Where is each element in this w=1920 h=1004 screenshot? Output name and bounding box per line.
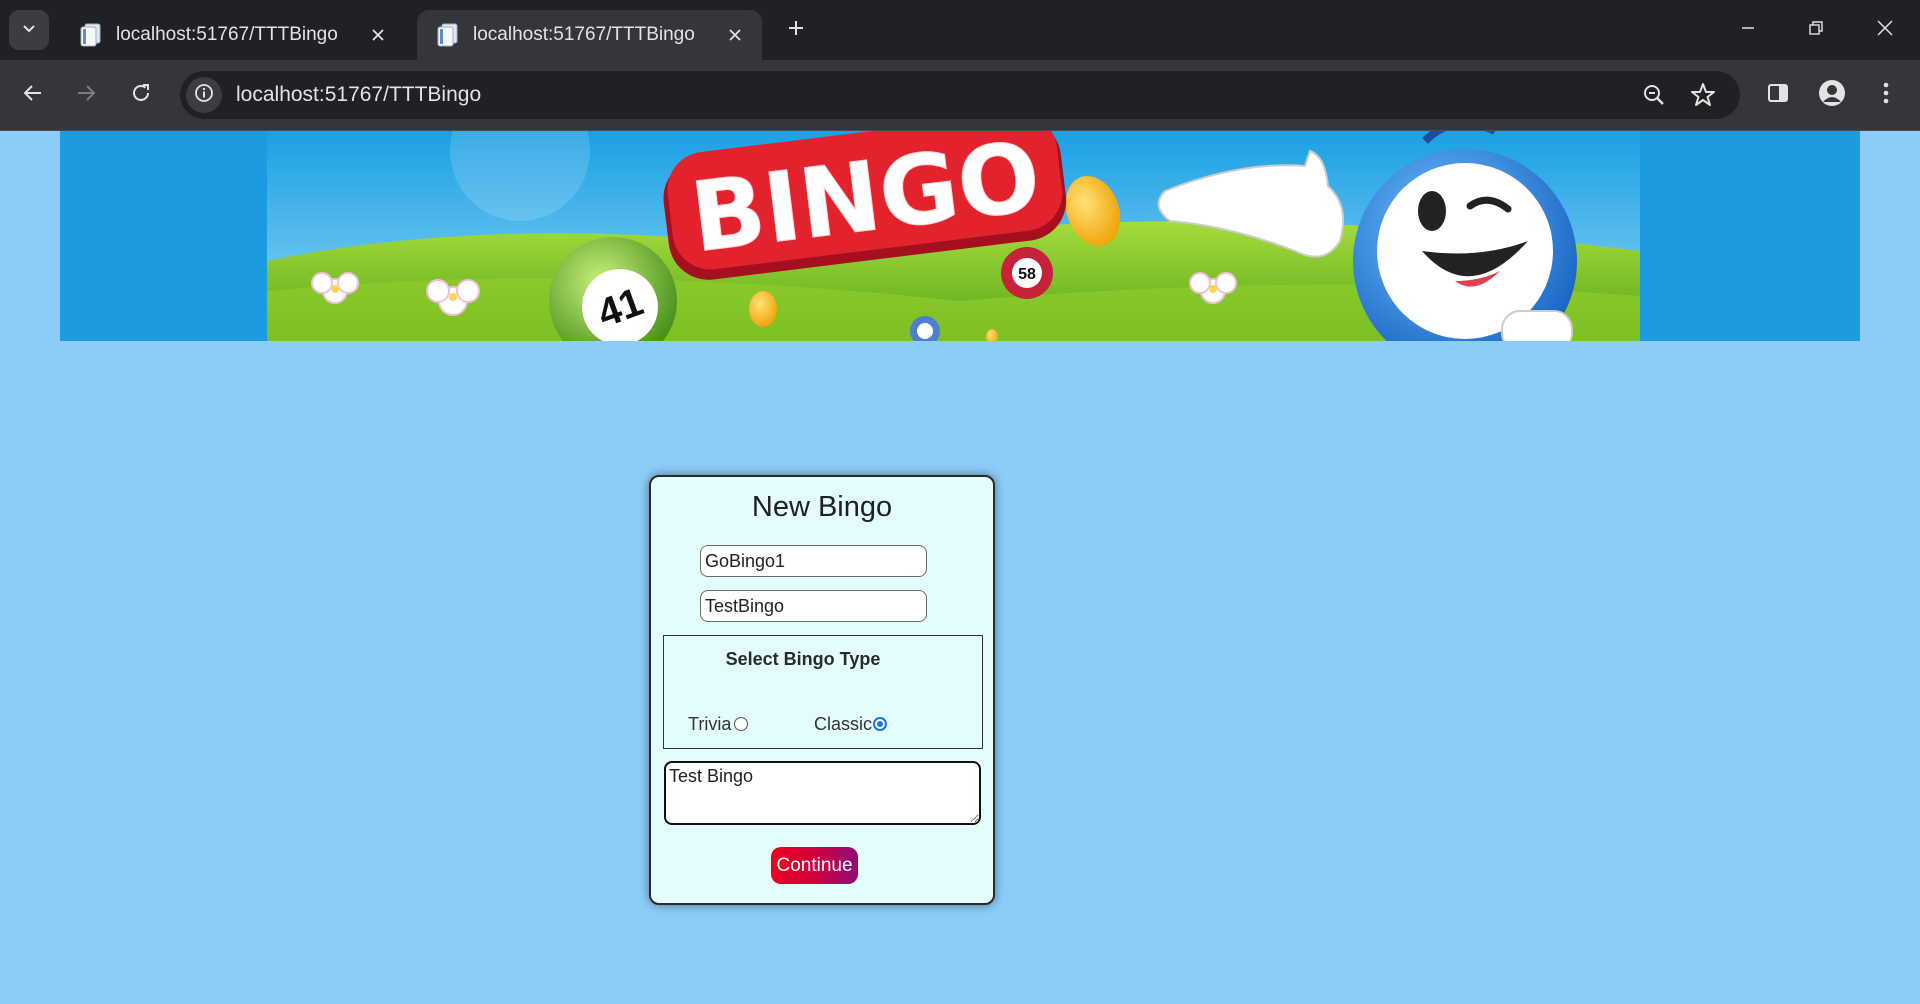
restore-button[interactable] [1793, 10, 1839, 50]
new-bingo-card: New Bingo Select Bingo Type Trivia Class… [649, 475, 995, 905]
bingo-game-input[interactable] [700, 590, 927, 622]
page-favicon-icon [80, 22, 102, 48]
bingo-banner: 41 58 BINGO [60, 131, 1860, 341]
bingo-type-title: Select Bingo Type [725, 649, 881, 669]
tab-strip: localhost:51767/TTTBingo localhost:51767… [0, 0, 1920, 60]
reload-icon [130, 82, 152, 109]
trivia-radio-label[interactable]: Trivia [688, 714, 731, 735]
close-tab-icon[interactable] [722, 22, 748, 48]
close-window-button[interactable] [1862, 10, 1908, 50]
close-icon [1876, 19, 1894, 42]
plus-icon [787, 19, 805, 42]
tab-1[interactable]: localhost:51767/TTTBingo [60, 10, 405, 60]
address-bar[interactable]: localhost:51767/TTTBingo [180, 71, 1740, 119]
classic-radio-label[interactable]: Classic [814, 714, 872, 735]
tab-search-button[interactable] [9, 10, 49, 50]
new-tab-button[interactable] [780, 14, 812, 46]
profile-button[interactable] [1813, 76, 1851, 114]
arrow-left-icon [22, 82, 44, 109]
classic-radio[interactable] [873, 717, 887, 731]
page-viewport: 41 58 BINGO New Bingo GoBingo1 TestBingo… [0, 131, 1920, 1004]
continue-button[interactable]: Continue [771, 847, 858, 884]
info-icon [194, 83, 214, 108]
zoom-icon[interactable] [1642, 83, 1666, 112]
reload-button[interactable] [122, 76, 160, 114]
tab-2[interactable]: localhost:51767/TTTBingo [417, 10, 762, 60]
new-bingo-heading: New Bingo [751, 491, 893, 523]
browser-toolbar: localhost:51767/TTTBingo [0, 60, 1920, 131]
minimize-icon [1740, 20, 1756, 41]
tab-title: localhost:51767/TTTBingo [473, 24, 695, 45]
tab-title: localhost:51767/TTTBingo [116, 24, 338, 45]
profile-avatar-icon [1818, 79, 1846, 112]
minimize-button[interactable] [1725, 10, 1771, 50]
bingo-name-input[interactable] [700, 545, 927, 577]
url-text: localhost:51767/TTTBingo [236, 83, 482, 106]
menu-button[interactable] [1867, 76, 1905, 114]
close-tab-icon[interactable] [365, 22, 391, 48]
side-panel-icon [1767, 82, 1789, 109]
page-favicon-icon [437, 22, 459, 48]
back-button[interactable] [14, 76, 52, 114]
arrow-right-icon [75, 82, 97, 109]
bingo-banner-art: 41 58 BINGO [267, 131, 1640, 341]
bookmark-star-icon[interactable] [1690, 82, 1716, 113]
bingo-description-textarea[interactable]: Test Bingo [664, 761, 981, 825]
forward-button[interactable] [67, 76, 105, 114]
ball-number-58: 58 [1018, 266, 1036, 283]
bingo-type-fieldset: Select Bingo Type Trivia Classic [663, 635, 983, 749]
more-vertical-icon [1882, 81, 1890, 110]
site-info-button[interactable] [186, 77, 222, 113]
restore-icon [1808, 20, 1824, 41]
trivia-radio[interactable] [734, 717, 748, 731]
side-panel-button[interactable] [1759, 76, 1797, 114]
chevron-down-icon [21, 20, 37, 41]
